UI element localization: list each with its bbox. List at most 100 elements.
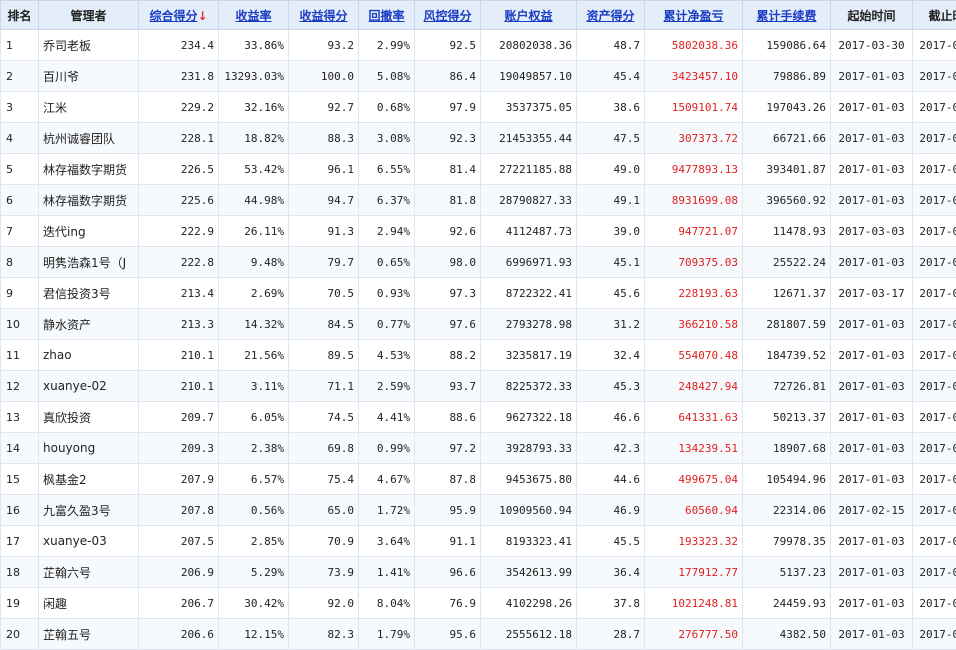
header-cum-fee[interactable]: 累计手续费 [743, 1, 831, 30]
equity-cell: 8193323.41 [481, 526, 577, 557]
end-date-cell: 2017-04-20 [913, 154, 956, 185]
return-score-cell: 92.7 [289, 92, 359, 123]
header-manager: 管理者 [39, 1, 139, 30]
start-date-cell: 2017-03-17 [831, 278, 913, 309]
table-row: 4杭州诚睿团队228.118.82%88.33.08%92.321453355.… [1, 123, 956, 154]
manager-cell: 静水资产 [39, 309, 139, 340]
header-score[interactable]: 综合得分↓ [139, 1, 219, 30]
header-equity[interactable]: 账户权益 [481, 1, 577, 30]
drawdown-cell: 2.94% [359, 216, 415, 247]
drawdown-cell: 2.99% [359, 30, 415, 61]
end-date-cell: 2017-04-20 [913, 433, 956, 464]
sort-drawdown-link[interactable]: 回撤率 [368, 9, 404, 23]
drawdown-cell: 0.68% [359, 92, 415, 123]
score-cell: 207.5 [139, 526, 219, 557]
sort-cum-fee-link[interactable]: 累计手续费 [756, 9, 816, 23]
end-date-cell: 2017-03-27 [913, 464, 956, 495]
sort-risk-score-link[interactable]: 风控得分 [423, 9, 471, 23]
score-cell: 229.2 [139, 92, 219, 123]
header-cum-pnl[interactable]: 累计净盈亏 [645, 1, 743, 30]
equity-cell: 3537375.05 [481, 92, 577, 123]
return-score-cell: 96.1 [289, 154, 359, 185]
header-return-score[interactable]: 收益得分 [289, 1, 359, 30]
cum-fee-cell: 281807.59 [743, 309, 831, 340]
table-row: 5林存福数字期货226.553.42%96.16.55%81.427221185… [1, 154, 956, 185]
equity-cell: 8722322.41 [481, 278, 577, 309]
sort-cum-pnl-link[interactable]: 累计净盈亏 [663, 9, 723, 23]
cum-fee-cell: 50213.37 [743, 402, 831, 433]
return-score-cell: 93.2 [289, 30, 359, 61]
equity-cell: 8225372.33 [481, 371, 577, 402]
header-asset-score[interactable]: 资产得分 [577, 1, 645, 30]
sort-asset-score-link[interactable]: 资产得分 [586, 9, 634, 23]
end-date-cell: 2017-04-20 [913, 309, 956, 340]
asset-score-cell: 31.2 [577, 309, 645, 340]
return-rate-cell: 18.82% [219, 123, 289, 154]
risk-score-cell: 87.8 [415, 464, 481, 495]
score-cell: 209.7 [139, 402, 219, 433]
start-date-cell: 2017-01-03 [831, 464, 913, 495]
table-row: 11zhao210.121.56%89.54.53%88.23235817.19… [1, 340, 956, 371]
end-date-cell: 2017-04-20 [913, 619, 956, 650]
risk-score-cell: 97.9 [415, 92, 481, 123]
score-cell: 222.9 [139, 216, 219, 247]
header-return-rate[interactable]: 收益率 [219, 1, 289, 30]
cum-pnl-cell: 1021248.81 [645, 588, 743, 619]
manager-cell: xuanye-02 [39, 371, 139, 402]
sort-equity-link[interactable]: 账户权益 [504, 9, 552, 23]
header-risk-score[interactable]: 风控得分 [415, 1, 481, 30]
drawdown-cell: 5.08% [359, 61, 415, 92]
asset-score-cell: 42.3 [577, 433, 645, 464]
drawdown-cell: 6.37% [359, 185, 415, 216]
risk-score-cell: 93.7 [415, 371, 481, 402]
table-row: 12xuanye-02210.13.11%71.12.59%93.7822537… [1, 371, 956, 402]
cum-pnl-cell: 134239.51 [645, 433, 743, 464]
end-date-cell: 2017-04-20 [913, 588, 956, 619]
risk-score-cell: 91.1 [415, 526, 481, 557]
cum-fee-cell: 79886.89 [743, 61, 831, 92]
return-score-cell: 82.3 [289, 619, 359, 650]
rank-cell: 9 [1, 278, 39, 309]
return-rate-cell: 2.69% [219, 278, 289, 309]
drawdown-cell: 4.41% [359, 402, 415, 433]
asset-score-cell: 47.5 [577, 123, 645, 154]
end-date-cell: 2017-04-20 [913, 402, 956, 433]
risk-score-cell: 81.8 [415, 185, 481, 216]
rank-cell: 10 [1, 309, 39, 340]
return-rate-cell: 30.42% [219, 588, 289, 619]
return-score-cell: 79.7 [289, 247, 359, 278]
score-cell: 234.4 [139, 30, 219, 61]
start-date-cell: 2017-01-03 [831, 433, 913, 464]
risk-score-cell: 76.9 [415, 588, 481, 619]
table-row: 16九富久盈3号207.80.56%65.01.72%95.910909560.… [1, 495, 956, 526]
sort-return-score-link[interactable]: 收益得分 [299, 9, 347, 23]
sort-score-link[interactable]: 综合得分 [149, 9, 197, 23]
start-date-cell: 2017-01-03 [831, 340, 913, 371]
header-drawdown[interactable]: 回撤率 [359, 1, 415, 30]
end-date-cell: 2017-04-20 [913, 185, 956, 216]
asset-score-cell: 48.7 [577, 30, 645, 61]
cum-pnl-cell: 5802038.36 [645, 30, 743, 61]
asset-score-cell: 37.8 [577, 588, 645, 619]
return-score-cell: 73.9 [289, 557, 359, 588]
start-date-cell: 2017-01-03 [831, 557, 913, 588]
cum-fee-cell: 159086.64 [743, 30, 831, 61]
equity-cell: 3928793.33 [481, 433, 577, 464]
score-cell: 225.6 [139, 185, 219, 216]
sort-return-rate-link[interactable]: 收益率 [235, 9, 271, 23]
drawdown-cell: 0.93% [359, 278, 415, 309]
cum-pnl-cell: 8931699.08 [645, 185, 743, 216]
return-rate-cell: 0.56% [219, 495, 289, 526]
risk-score-cell: 95.9 [415, 495, 481, 526]
drawdown-cell: 8.04% [359, 588, 415, 619]
manager-cell: 明隽浩森1号（J [39, 247, 139, 278]
score-cell: 206.6 [139, 619, 219, 650]
asset-score-cell: 38.6 [577, 92, 645, 123]
score-cell: 222.8 [139, 247, 219, 278]
drawdown-cell: 2.59% [359, 371, 415, 402]
risk-score-cell: 81.4 [415, 154, 481, 185]
asset-score-cell: 39.0 [577, 216, 645, 247]
cum-fee-cell: 11478.93 [743, 216, 831, 247]
rank-cell: 16 [1, 495, 39, 526]
asset-score-cell: 46.9 [577, 495, 645, 526]
